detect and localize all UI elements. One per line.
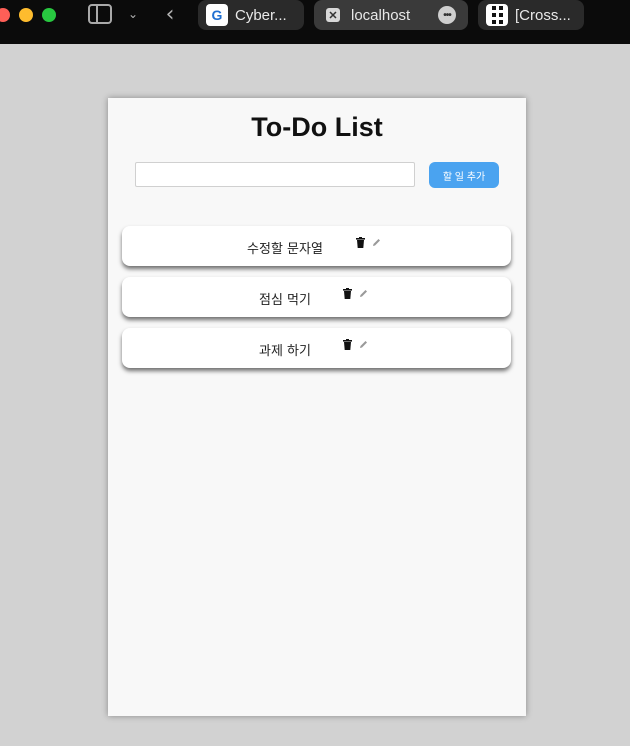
todo-item: 수정할 문자열 bbox=[122, 226, 511, 266]
tab-title: [Cross... bbox=[515, 6, 571, 24]
tab-title: localhost bbox=[351, 6, 411, 24]
chevron-down-icon[interactable]: ⌄ bbox=[124, 4, 142, 24]
window-minimize-button[interactable] bbox=[19, 8, 33, 22]
browser-toolbar: ⌄ ‹ G Cyber... ✕ localhost ••• [Cross... bbox=[0, 0, 630, 44]
browser-tab-localhost[interactable]: ✕ localhost ••• bbox=[314, 0, 468, 30]
more-options-icon[interactable]: ••• bbox=[438, 6, 456, 24]
tab-title: Cyber... bbox=[235, 6, 287, 24]
sidebar-toggle-icon[interactable] bbox=[88, 4, 112, 24]
todo-app-card: To-Do List 할 일 추가 수정할 문자열 점심 먹기 과제 하기 bbox=[108, 98, 526, 716]
todo-item: 과제 하기 bbox=[122, 328, 511, 368]
trash-icon[interactable] bbox=[343, 288, 352, 299]
todo-actions bbox=[356, 237, 381, 248]
browser-tab-cross[interactable]: [Cross... bbox=[478, 0, 584, 30]
todo-list: 수정할 문자열 점심 먹기 과제 하기 bbox=[122, 226, 511, 379]
back-arrow-icon[interactable]: ‹ bbox=[160, 1, 180, 27]
crossref-grid-icon bbox=[486, 4, 508, 26]
edit-pencil-icon[interactable] bbox=[372, 238, 381, 247]
todo-item: 점심 먹기 bbox=[122, 277, 511, 317]
cybercampus-g-icon: G bbox=[206, 4, 228, 26]
todo-actions bbox=[343, 339, 368, 350]
add-todo-button[interactable]: 할 일 추가 bbox=[429, 162, 499, 188]
browser-tab-cyber[interactable]: G Cyber... bbox=[198, 0, 304, 30]
window-close-button[interactable] bbox=[0, 8, 10, 22]
window-zoom-button[interactable] bbox=[42, 8, 56, 22]
todo-actions bbox=[343, 288, 368, 299]
todo-text: 수정할 문자열 bbox=[247, 242, 323, 257]
trash-icon[interactable] bbox=[343, 339, 352, 350]
edit-pencil-icon[interactable] bbox=[359, 340, 368, 349]
page-title: To-Do List bbox=[251, 112, 383, 142]
todo-input[interactable] bbox=[135, 162, 415, 187]
trash-icon[interactable] bbox=[356, 237, 365, 248]
edit-pencil-icon[interactable] bbox=[359, 289, 368, 298]
close-tab-icon[interactable]: ✕ bbox=[322, 4, 344, 26]
